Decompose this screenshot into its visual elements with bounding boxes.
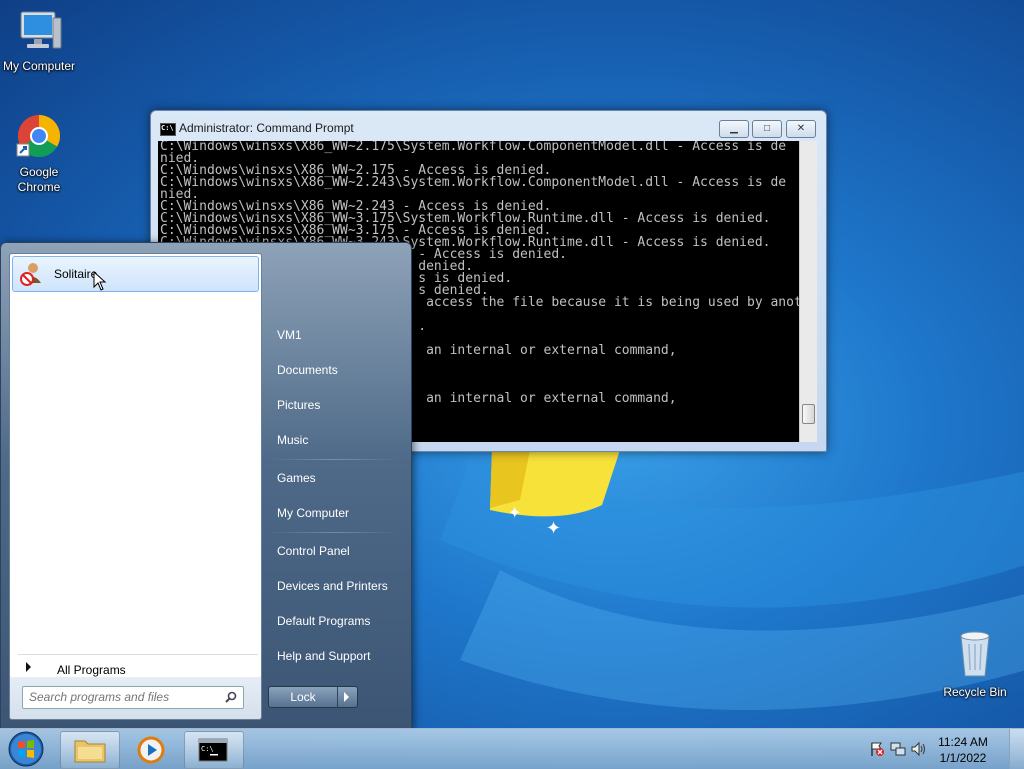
taskbar-button-explorer[interactable] [60, 731, 120, 769]
program-item-solitaire[interactable]: Solitaire [12, 256, 259, 292]
close-button[interactable]: ✕ [786, 120, 816, 138]
all-programs-button[interactable]: All Programs [18, 654, 258, 677]
vertical-scrollbar[interactable] [799, 141, 817, 442]
action-center-flag-icon[interactable] [869, 741, 885, 757]
start-menu: Solitaire All Programs VM1 Documents Pic… [0, 242, 412, 730]
start-link-games[interactable]: Games [269, 463, 407, 493]
lock-button[interactable]: Lock [268, 686, 358, 708]
clock-date: 1/1/2022 [939, 751, 987, 765]
media-player-icon [137, 736, 165, 764]
start-button[interactable] [6, 730, 46, 768]
clock[interactable]: 11:24 AM 1/1/2022 [928, 734, 998, 766]
network-icon[interactable] [890, 741, 906, 757]
search-icon [225, 691, 237, 703]
system-tray: 11:24 AM 1/1/2022 [854, 729, 1024, 769]
svg-text:✦: ✦ [508, 503, 521, 522]
svg-text:✦: ✦ [546, 518, 561, 539]
desktop-icon-label: My Computer [2, 59, 76, 73]
taskbar-button-command-prompt[interactable]: C:\ [184, 731, 244, 769]
window-titlebar[interactable]: C:\ Administrator: Command Prompt ▁ □ ✕ [151, 111, 826, 141]
desktop-icon-recycle-bin[interactable]: Recycle Bin [933, 630, 1017, 700]
computer-icon [20, 11, 62, 49]
chrome-icon [16, 114, 61, 158]
desktop-wallpaper-logo: ✦ ✦ [440, 450, 1024, 710]
lock-label: Lock [290, 690, 316, 704]
desktop-icon-label: Recycle Bin [943, 685, 1007, 699]
all-programs-label: All Programs [57, 663, 126, 677]
clock-time: 11:24 AM [938, 735, 988, 749]
separator [269, 532, 399, 533]
shutdown-options-arrow-icon[interactable] [344, 692, 349, 702]
search-input[interactable] [29, 689, 214, 705]
start-link-my-computer[interactable]: My Computer [269, 498, 407, 528]
start-link-music[interactable]: Music [269, 425, 407, 455]
mouse-cursor-icon [93, 271, 107, 291]
start-link-devices-and-printers[interactable]: Devices and Printers [269, 571, 407, 601]
search-area [9, 677, 262, 720]
volume-icon[interactable] [910, 741, 926, 757]
recycle-bin-icon [960, 631, 990, 677]
command-prompt-icon: C:\ [198, 738, 228, 762]
start-link-control-panel[interactable]: Control Panel [269, 536, 407, 566]
start-link-help-and-support[interactable]: Help and Support [269, 641, 407, 671]
command-prompt-icon: C:\ [160, 123, 176, 136]
solitaire-blocked-icon [20, 263, 41, 286]
taskbar-button-media-player[interactable] [122, 731, 182, 769]
desktop-icon-label: Google Chrome [17, 165, 61, 194]
desktop-icon-google-chrome[interactable]: Google Chrome [0, 112, 81, 195]
divider [337, 687, 338, 707]
show-desktop-button[interactable] [1009, 729, 1024, 769]
scrollbar-thumb[interactable] [802, 404, 815, 424]
minimize-button[interactable]: ▁ [719, 120, 749, 138]
folder-icon [74, 740, 106, 763]
desktop-icon-my-computer[interactable]: My Computer [0, 8, 81, 74]
search-box[interactable] [22, 686, 244, 709]
start-link-pictures[interactable]: Pictures [269, 390, 407, 420]
maximize-button[interactable]: □ [752, 120, 782, 138]
window-title: Administrator: Command Prompt [179, 121, 354, 135]
separator [269, 459, 399, 460]
start-link-vm1[interactable]: VM1 [269, 320, 407, 350]
program-item-label: Solitaire [54, 267, 98, 281]
taskbar: C:\ 11:24 AM 1/1/2022 [0, 728, 1024, 769]
programs-panel: Solitaire All Programs [9, 253, 262, 679]
start-link-default-programs[interactable]: Default Programs [269, 606, 407, 636]
arrow-right-icon [26, 662, 31, 672]
svg-text:C:\: C:\ [201, 745, 214, 753]
start-link-documents[interactable]: Documents [269, 355, 407, 385]
